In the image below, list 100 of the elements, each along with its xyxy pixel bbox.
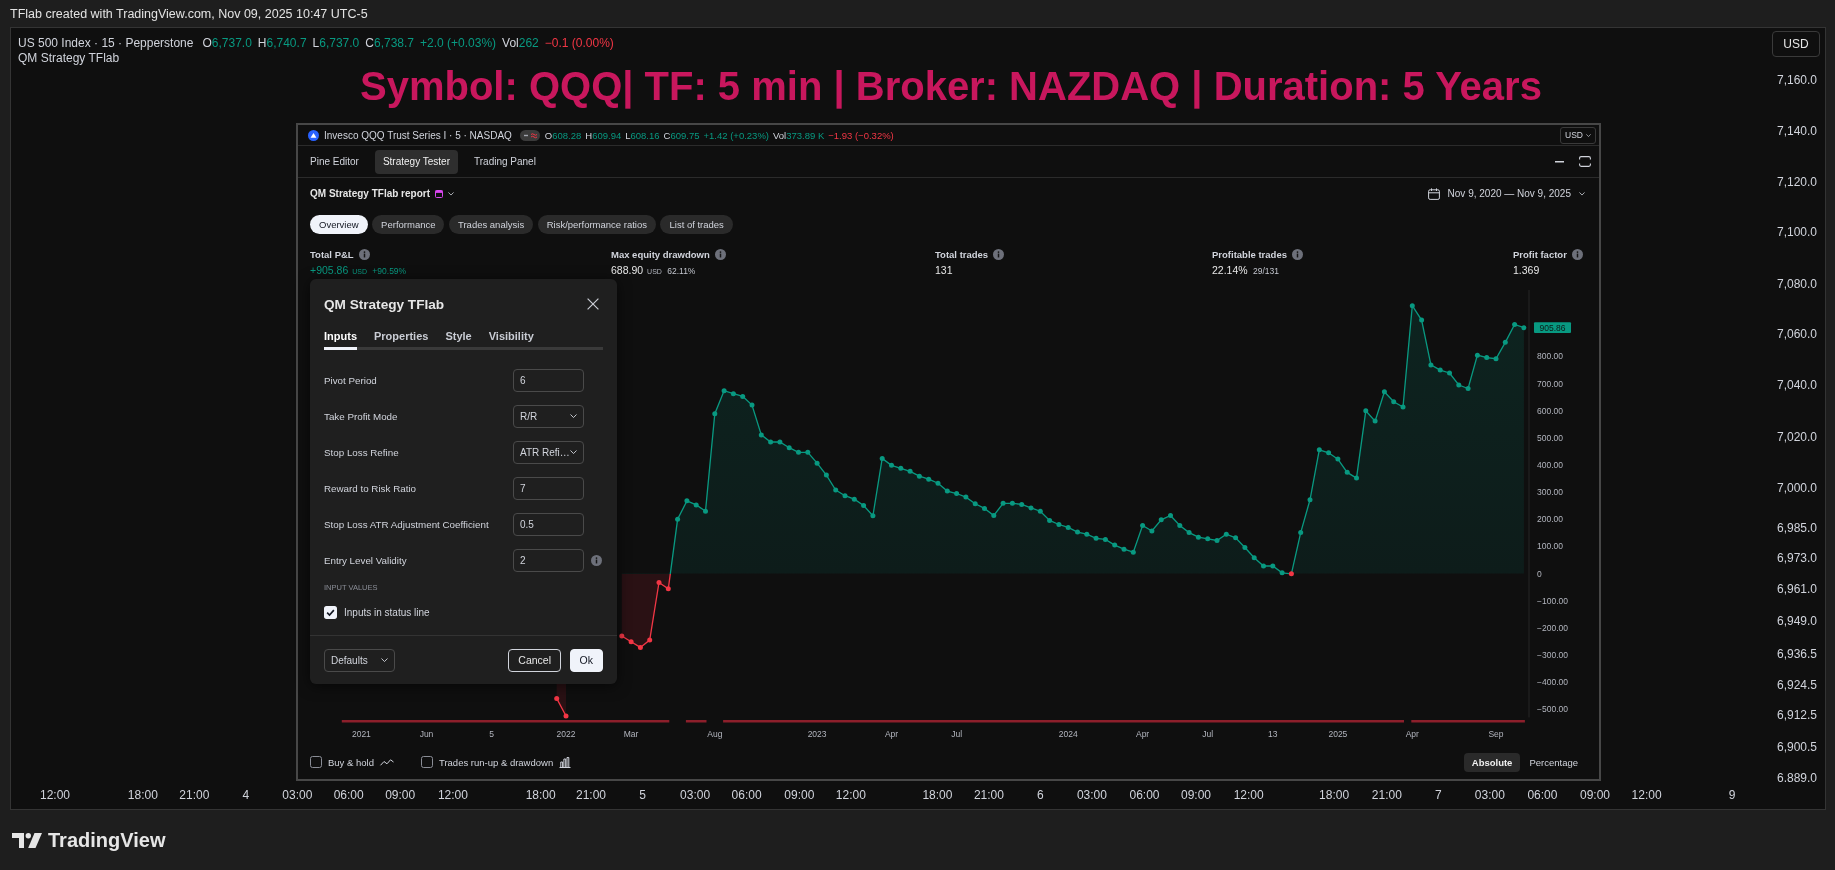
panel-tab[interactable]: Trading Panel: [466, 149, 544, 174]
currency-button[interactable]: USD: [1560, 126, 1596, 144]
data-point: [1065, 524, 1071, 530]
ok-button[interactable]: Ok: [569, 648, 603, 672]
axis-label: −300.00: [1537, 650, 1568, 660]
price-label: 7,140.0: [1777, 124, 1818, 139]
data-point: [1009, 500, 1015, 506]
data-point: [1381, 389, 1387, 395]
data-point: [1354, 475, 1359, 481]
price-label: 6.889.0: [1777, 770, 1818, 785]
legend-value: Vol373.89 K: [773, 129, 825, 141]
data-point: [1149, 528, 1155, 534]
minimize-icon[interactable]: [1555, 160, 1564, 163]
axis-label: −200.00: [1537, 622, 1568, 633]
data-point: [749, 402, 755, 408]
data-point: [944, 488, 950, 494]
legend-value: H6,740.7: [257, 36, 307, 51]
metric-label: Total P&L: [310, 248, 354, 260]
data-point: [1400, 404, 1406, 410]
chevron-down-icon: [1586, 133, 1591, 137]
input-field[interactable]: 6: [513, 368, 584, 392]
data-point: [1205, 536, 1211, 542]
checkbox[interactable]: [310, 756, 322, 768]
input-field[interactable]: 2: [513, 548, 584, 572]
data-point: [1344, 469, 1350, 475]
bar-chart-icon: [559, 756, 572, 768]
data-point: [768, 439, 774, 445]
time-label: 18:00: [525, 788, 556, 803]
axis-label: 400.00: [1537, 460, 1563, 471]
price-label: 7,160.0: [1777, 73, 1818, 88]
cancel-button[interactable]: Cancel: [508, 648, 561, 672]
time-label: 9: [1728, 788, 1736, 803]
time-label: 21:00: [1371, 788, 1402, 803]
data-point: [963, 494, 969, 500]
defaults-select[interactable]: Defaults: [324, 648, 395, 672]
dialog-tab[interactable]: Properties: [374, 327, 429, 350]
metric-value: 131: [935, 263, 954, 278]
report-tab[interactable]: Risk/performance ratios: [537, 215, 656, 234]
panel-tab[interactable]: Strategy Tester: [374, 149, 458, 174]
data-point: [1177, 523, 1183, 529]
indicator-name: QM Strategy TFlab: [18, 51, 120, 66]
data-point: [730, 391, 736, 397]
data-point: [1419, 317, 1425, 323]
data-point: [1447, 370, 1452, 376]
close-icon[interactable]: [587, 298, 599, 310]
axis-label: Jul: [951, 729, 963, 739]
data-point: [656, 580, 662, 586]
data-point: [675, 516, 681, 522]
data-point: [1233, 535, 1239, 541]
axis-label: 13: [1268, 729, 1278, 739]
axis-label: 5: [489, 729, 494, 739]
dialog-tab[interactable]: Style: [445, 327, 472, 350]
report-tab[interactable]: Performance: [372, 215, 445, 234]
scale-mode-button[interactable]: Percentage: [1521, 752, 1586, 772]
checkbox-label: Trades run-up & drawdown: [438, 756, 554, 768]
data-point: [805, 449, 811, 455]
data-point: [1168, 513, 1173, 518]
data-point: [1316, 447, 1322, 453]
axis-label: Jul: [1202, 729, 1214, 739]
time-label: 12:00: [1631, 788, 1662, 803]
price-label: 6,924.5: [1777, 677, 1818, 692]
report-tab[interactable]: Trades analysis: [449, 215, 534, 234]
maximize-icon[interactable]: [1579, 156, 1591, 167]
data-point: [786, 445, 792, 451]
scale-mode-button[interactable]: Absolute: [1463, 752, 1521, 772]
select-field[interactable]: R/R: [513, 404, 584, 428]
status-icon: [519, 129, 540, 141]
input-label: Pivot Period: [324, 374, 377, 386]
data-point: [637, 644, 643, 650]
data-point: [665, 586, 671, 592]
input-field[interactable]: 0.5: [513, 512, 584, 536]
checkbox[interactable]: [420, 756, 433, 768]
data-point: [972, 501, 978, 507]
axis-label: Apr: [884, 729, 899, 739]
axis-label: 300.00: [1537, 487, 1563, 498]
data-point: [898, 465, 904, 471]
select-field[interactable]: ATR Refi…: [513, 440, 584, 464]
legend-value: L608.16: [625, 129, 660, 141]
input-label: Entry Level Validity: [324, 554, 407, 566]
data-point: [935, 480, 941, 486]
input-field[interactable]: 7: [513, 476, 584, 500]
report-tab[interactable]: Overview: [310, 215, 368, 234]
legend-symbol: Invesco QQQ Trust Series I · 5 · NASDAQ: [324, 129, 512, 141]
overlay-title: Symbol: QQQ| TF: 5 min | Broker: NAZDAQ | Duration: 5 Years: [360, 64, 1542, 108]
panel-tab[interactable]: Pine Editor: [302, 149, 367, 174]
data-point: [842, 493, 848, 499]
time-label: 06:00: [1129, 788, 1160, 803]
data-point: [1335, 456, 1341, 462]
input-label: Reward to Risk Ratio: [324, 482, 416, 494]
data-point: [814, 460, 820, 466]
data-point: [1000, 500, 1006, 506]
price-label: 6,949.0: [1777, 613, 1818, 628]
data-point: [1363, 408, 1369, 414]
axis-label: Jun: [419, 729, 434, 739]
data-point: [1121, 546, 1127, 552]
report-tab[interactable]: List of trades: [660, 215, 733, 234]
currency-button[interactable]: USD: [1772, 31, 1820, 57]
dialog-tab[interactable]: Inputs: [324, 327, 357, 350]
dialog-tab[interactable]: Visibility: [488, 327, 534, 350]
symbol-logo-icon: [308, 129, 319, 141]
